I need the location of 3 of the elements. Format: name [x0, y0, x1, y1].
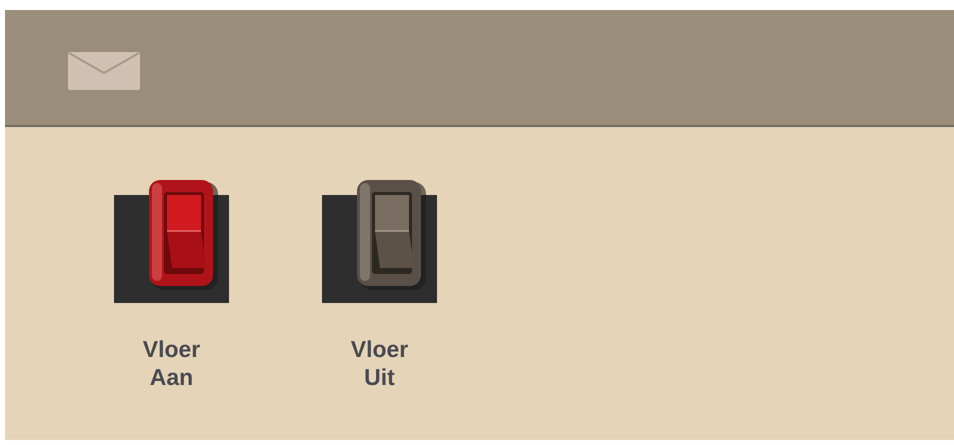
- switch-button[interactable]: Vloer Aan: [114, 180, 229, 391]
- switch-button[interactable]: Vloer Uit: [322, 180, 437, 391]
- mail-icon[interactable]: [68, 52, 140, 90]
